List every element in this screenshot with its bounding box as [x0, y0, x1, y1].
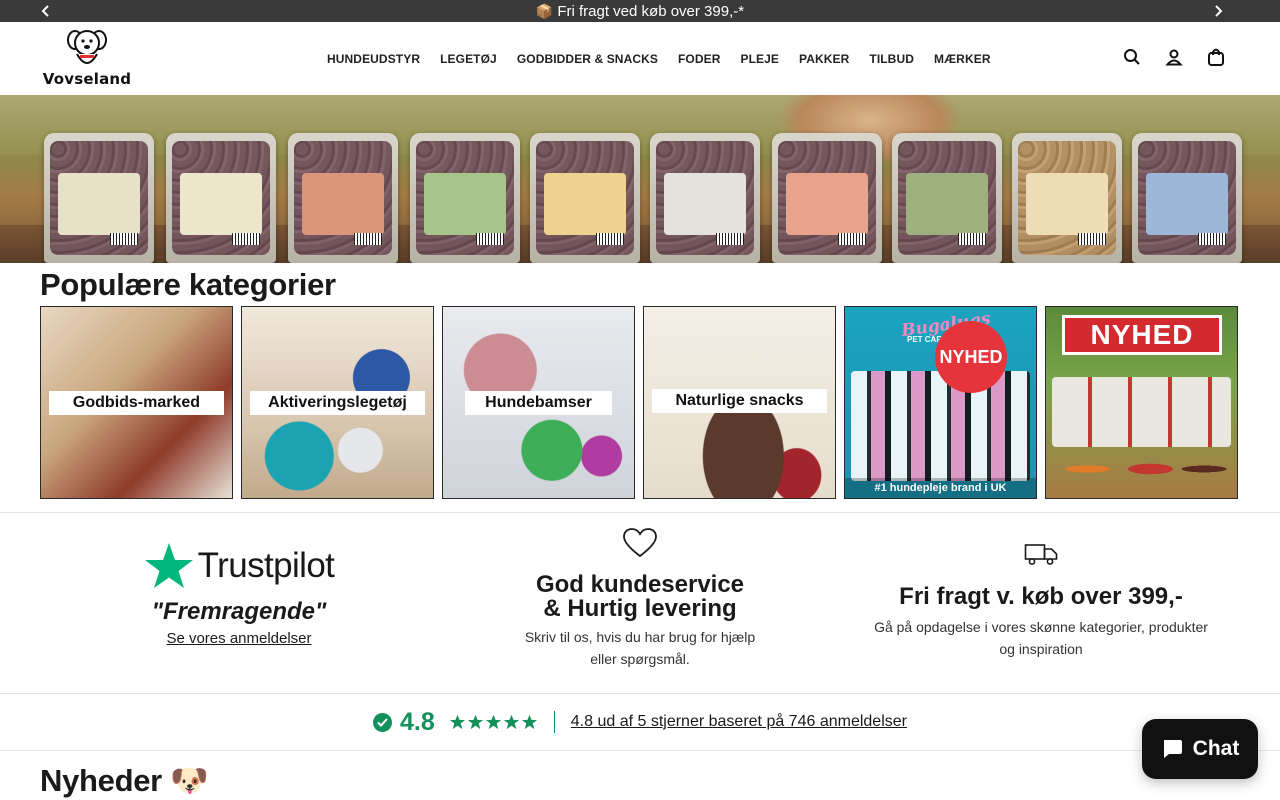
announcement-message: 📦 Fri fragt ved køb over 399,-* — [536, 3, 744, 20]
nav-godbidder-snacks[interactable]: GODBIDDER & SNACKS — [507, 52, 668, 66]
announcement-bar: 📦 Fri fragt ved køb over 399,-* — [0, 0, 1280, 22]
product-bag-image — [650, 133, 760, 263]
brand-tagline: #1 hundepleje brand i UK — [845, 478, 1036, 498]
account-icon[interactable] — [1164, 46, 1184, 68]
category-label: Aktiveringslegetøj — [250, 391, 425, 415]
logo[interactable]: Vovseland — [42, 26, 132, 92]
nav-foder[interactable]: FODER — [668, 52, 731, 66]
category-card-nyhed[interactable]: NYHED — [1045, 306, 1238, 499]
divider — [0, 750, 1280, 751]
category-card-hundebamser[interactable]: Hundebamser — [442, 306, 635, 499]
category-label: Naturlige snacks — [652, 389, 827, 413]
chat-bubble-icon — [1163, 740, 1182, 758]
chat-label: Chat — [1192, 737, 1240, 760]
popular-categories-title: Populære kategorier — [40, 267, 336, 302]
product-bag-image — [410, 133, 520, 263]
news-section-title: Nyheder 🐶 — [40, 762, 209, 799]
rating-score: 4.8 — [400, 707, 435, 736]
logo-text: Vovseland — [42, 70, 132, 88]
truck-icon — [1024, 542, 1058, 571]
dog-logo-icon — [67, 30, 107, 64]
product-packs-image — [1052, 377, 1231, 447]
category-label: Godbids-marked — [49, 391, 224, 415]
star-icon — [467, 714, 483, 730]
product-bag-image — [1012, 133, 1122, 263]
product-bag-image — [772, 133, 882, 263]
rating-summary-link[interactable]: 4.8 ud af 5 stjerner baseret på 746 anme… — [571, 713, 907, 731]
main-nav: HUNDEUDSTYR LEGETØJ GODBIDDER & SNACKS F… — [317, 22, 1001, 95]
announcement-text: Fri fragt ved køb over 399,-* — [557, 2, 745, 20]
rating-strip: 4.8 4.8 ud af 5 stjerner baseret på 746 … — [0, 694, 1280, 750]
rating-separator — [553, 711, 555, 733]
star-icon — [503, 714, 519, 730]
verified-check-icon — [373, 712, 392, 732]
nav-legetoj[interactable]: LEGETØJ — [430, 52, 507, 66]
product-bag-image — [1132, 133, 1242, 263]
product-bag-image — [288, 133, 398, 263]
star-icon — [485, 714, 501, 730]
nyhed-badge: NYHED — [935, 321, 1007, 393]
nav-maerker[interactable]: MÆRKER — [924, 52, 1001, 66]
dog-emoji-icon: 🐶 — [169, 763, 209, 798]
package-icon: 📦 — [535, 2, 554, 19]
service-block: God kundeservice & Hurtig levering Skriv… — [500, 520, 780, 690]
nav-pakker[interactable]: PAKKER — [789, 52, 859, 66]
header-icons — [1122, 46, 1226, 68]
trustpilot-logo[interactable]: Trustpilot — [144, 542, 335, 590]
category-card-bugalugs[interactable]: Bugalugs PET CARE NYHED #1 hundepleje br… — [844, 306, 1037, 499]
category-card-godbids-marked[interactable]: Godbids-marked — [40, 306, 233, 499]
trustpilot-quote: "Fremragende" — [151, 598, 327, 625]
trustpilot-star-icon — [144, 543, 193, 588]
category-card-aktiveringslegetoj[interactable]: Aktiveringslegetøj — [241, 306, 434, 499]
nav-pleje[interactable]: PLEJE — [730, 52, 789, 66]
search-icon[interactable] — [1122, 46, 1142, 68]
chevron-right-icon[interactable] — [1209, 2, 1227, 20]
trustpilot-block: Trustpilot "Fremragende" Se vores anmeld… — [110, 520, 368, 690]
product-bag-image — [530, 133, 640, 263]
nav-tilbud[interactable]: TILBUD — [859, 52, 924, 66]
treats-image — [1052, 446, 1231, 492]
product-bottles-image — [851, 371, 1030, 481]
category-grid: Godbids-marked Aktiveringslegetøj Hundeb… — [40, 306, 1240, 499]
rating-stars — [449, 714, 538, 730]
trustpilot-wordmark: Trustpilot — [197, 546, 335, 585]
shipping-text: Gå på opdagelse i vores skønne kategorie… — [874, 619, 1208, 657]
site-header: Vovseland HUNDEUDSTYR LEGETØJ GODBIDDER … — [0, 22, 1280, 95]
cart-icon[interactable] — [1206, 46, 1226, 68]
service-heading: God kundeservice & Hurtig levering — [535, 571, 745, 622]
divider — [0, 512, 1280, 513]
hero-banner[interactable] — [0, 95, 1280, 263]
nav-hundeudstyr[interactable]: HUNDEUDSTYR — [317, 52, 430, 66]
category-card-naturlige-snacks[interactable]: Naturlige snacks — [643, 306, 836, 499]
chat-button[interactable]: Chat — [1142, 719, 1258, 779]
news-title-text: Nyheder — [40, 762, 162, 798]
shipping-heading: Fri fragt v. køb over 399,- — [899, 583, 1183, 610]
product-bag-image — [892, 133, 1002, 263]
chevron-left-icon[interactable] — [37, 2, 55, 20]
product-bag-image — [166, 133, 276, 263]
star-icon — [449, 714, 465, 730]
service-text: Skriv til os, hvis du har brug for hjælp… — [524, 629, 756, 667]
shipping-block: Fri fragt v. køb over 399,- Gå på opdage… — [860, 520, 1222, 690]
product-bag-image — [44, 133, 154, 263]
nyhed-badge: NYHED — [1062, 315, 1222, 355]
category-label: Hundebamser — [465, 391, 612, 415]
star-icon — [521, 714, 537, 730]
heart-icon — [623, 528, 657, 563]
reviews-link[interactable]: Se vores anmeldelser — [166, 630, 311, 647]
